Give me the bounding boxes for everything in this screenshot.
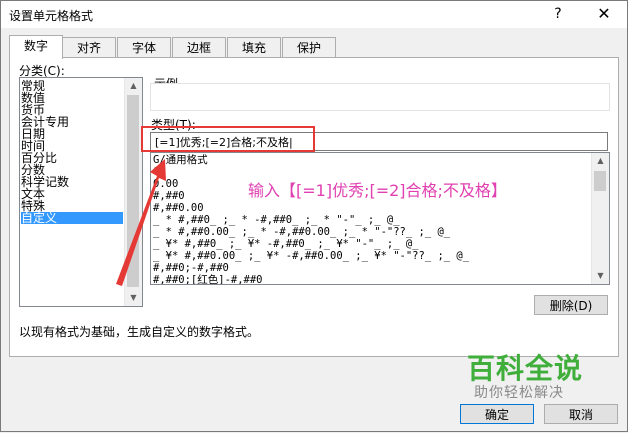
arrow-icon (116, 159, 166, 286)
tab-number[interactable]: 数字 (9, 35, 63, 59)
description-text: 以现有格式为基础，生成自定义的数字格式。 (19, 325, 260, 339)
format-cells-dialog: 设置单元格格式 ? ✕ 数字 对齐 字体 边框 填充 保护 分类(C): 常规 … (0, 0, 628, 432)
watermark-subtitle: 助你轻松解决 (474, 385, 564, 401)
delete-button[interactable]: 删除(D) (534, 295, 608, 315)
watermark-title: 百科全说 (467, 352, 584, 385)
cancel-button[interactable]: 取消 (544, 404, 618, 424)
ok-button[interactable]: 确定 (460, 404, 534, 424)
